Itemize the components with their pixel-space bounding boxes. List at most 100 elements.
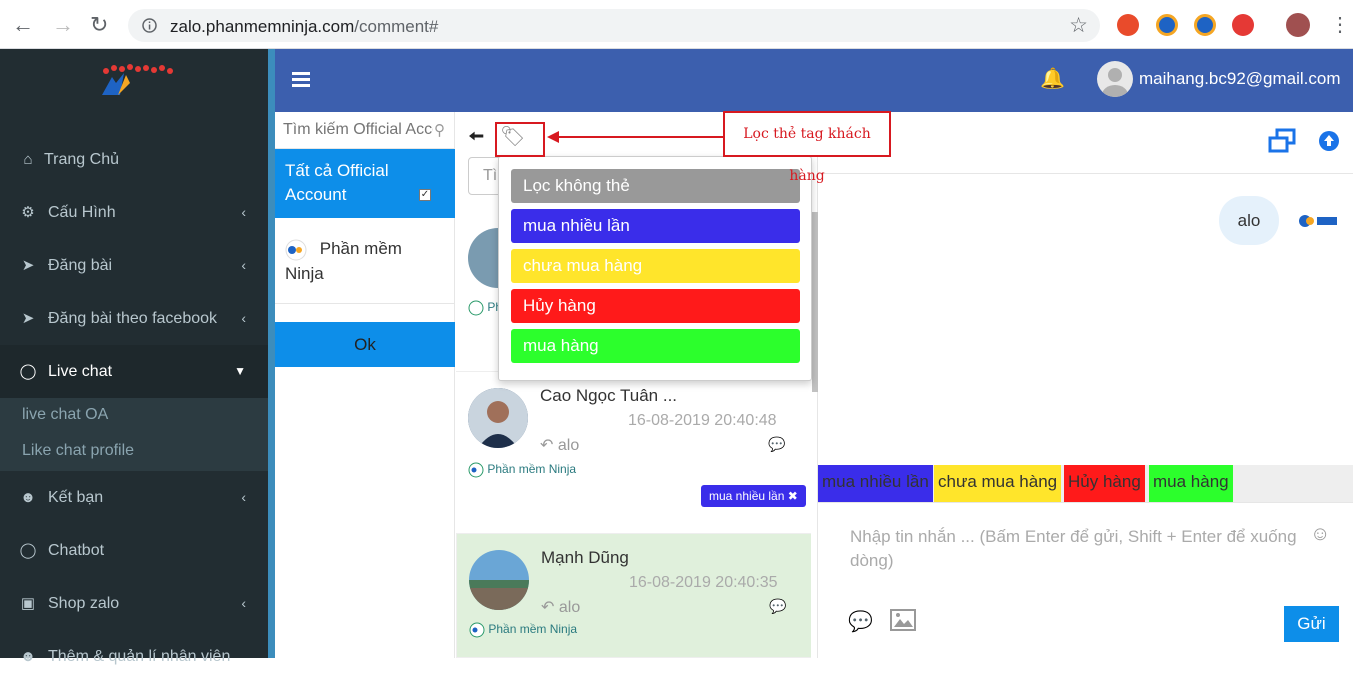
chat-tag-cancelled[interactable]: Hủy hàng: [1064, 465, 1145, 502]
speech-bubble-icon: ◯: [19, 363, 37, 380]
source-label: Phần mềm Ninja: [468, 462, 576, 478]
message-input[interactable]: Nhập tin nhắn ... (Bấm Enter để gửi, Shi…: [850, 525, 1310, 573]
address-bar[interactable]: zalo.phanmemninja.com/comment# ☆: [128, 9, 1100, 42]
ninja-account-icon: [468, 462, 484, 478]
ninja-account-icon: [469, 622, 485, 638]
remove-tag-icon[interactable]: ✖: [788, 489, 798, 503]
gear-icon: ⚙: [21, 204, 35, 221]
comment-icon[interactable]: 💬: [848, 609, 873, 634]
window-restore-icon[interactable]: [1268, 128, 1296, 154]
emoji-icon[interactable]: ☺: [1310, 523, 1330, 546]
account-search-input[interactable]: [283, 118, 433, 142]
hamburger-menu-icon[interactable]: [292, 72, 310, 87]
all-accounts-checkbox[interactable]: ✓: [419, 189, 431, 201]
paper-plane-icon: ➤: [21, 310, 35, 327]
search-icon[interactable]: ⚲: [434, 121, 445, 139]
source-label: Ph: [468, 300, 502, 316]
contact-name: Cao Ngọc Tuân ...: [540, 386, 678, 405]
ninja-logo: [102, 64, 173, 95]
paper-plane-icon: ➤: [21, 257, 35, 274]
menu-dots-icon[interactable]: ⋮: [1330, 12, 1350, 37]
sidebar-item-chatbot[interactable]: ◯ Chatbot: [0, 524, 268, 577]
sidebar-item-add-friend[interactable]: ☻ Kết bạn ‹: [0, 471, 268, 524]
last-message: ↶ alo: [540, 437, 580, 454]
forward-icon[interactable]: →: [52, 12, 74, 38]
sidebar-item-staff[interactable]: ☻ Thêm & quản lí nhân viên: [0, 630, 268, 683]
comment-icon[interactable]: 💬: [768, 436, 785, 453]
chat-tag-buy-many[interactable]: mua nhiều lần: [818, 465, 933, 502]
contact-avatar: [469, 550, 529, 610]
chevron-down-icon: ▼: [234, 364, 246, 378]
tag-option-no-tag[interactable]: Lọc không thẻ: [511, 169, 800, 203]
conversation-item-selected[interactable]: Mạnh Dũng 16-08-2019 20:40:35 ↶ alo 💬 Ph…: [456, 534, 811, 658]
chat-header: [818, 112, 1353, 174]
info-icon[interactable]: [142, 18, 157, 33]
extension-icon[interactable]: [1232, 14, 1254, 36]
speech-bubble-icon: ◯: [19, 542, 37, 559]
message-input-area[interactable]: Nhập tin nhắn ... (Bấm Enter để gửi, Shi…: [818, 502, 1353, 658]
tag-option-cancelled[interactable]: Hủy hàng: [511, 289, 800, 323]
home-icon: ⌂: [23, 151, 33, 168]
profile-avatar[interactable]: [1286, 13, 1310, 37]
sidebar-scrollbar[interactable]: [268, 49, 275, 658]
official-account-panel: ⚲ Tất cả Official Account ✓ Phần mềm Nin…: [275, 112, 455, 658]
tag-option-bought[interactable]: mua hàng: [511, 329, 800, 363]
annotation-label: Lọc thẻ tag khách hàng: [723, 111, 891, 184]
chevron-left-icon: ‹: [241, 204, 246, 220]
tag-option-buy-many[interactable]: mua nhiều lần: [511, 209, 800, 243]
last-message: ↶ alo: [541, 599, 581, 616]
submenu-item-live-chat-oa[interactable]: live chat OA: [22, 406, 108, 424]
sidebar-item-home[interactable]: ⌂ Trang Chủ: [0, 133, 268, 186]
tag-filter-dropdown: Lọc không thẻ mua nhiều lần chưa mua hàn…: [498, 156, 812, 381]
conversation-item[interactable]: Cao Ngọc Tuân ... 16-08-2019 20:40:48 ↶ …: [456, 372, 811, 534]
all-accounts-option[interactable]: Tất cả Official Account ✓: [275, 149, 455, 218]
extension-icon[interactable]: [1117, 14, 1139, 36]
source-label: Phần mềm Ninja: [469, 622, 577, 638]
user-avatar[interactable]: [1097, 61, 1133, 97]
tag-filter-highlight: [495, 122, 545, 157]
reply-icon: ↶: [540, 437, 558, 454]
star-icon[interactable]: ☆: [1069, 13, 1088, 38]
back-icon[interactable]: ←: [12, 12, 34, 38]
account-item-ninja[interactable]: Phần mềm Ninja: [275, 218, 455, 304]
comment-icon[interactable]: 💬: [769, 598, 786, 615]
reply-icon: ↶: [541, 599, 559, 616]
ninja-account-icon: [1299, 215, 1337, 227]
chat-tag-not-bought[interactable]: chưa mua hàng: [934, 465, 1062, 502]
user-plus-icon: ☻: [20, 648, 36, 665]
ok-button[interactable]: Ok: [275, 322, 455, 367]
shopping-bag-icon: ▣: [20, 595, 36, 612]
bell-icon[interactable]: 🔔: [1040, 66, 1065, 91]
tag-option-not-bought[interactable]: chưa mua hàng: [511, 249, 800, 283]
contact-avatar: [468, 388, 528, 448]
back-arrow-icon[interactable]: 🠨: [468, 122, 484, 156]
sidebar-item-live-chat[interactable]: ◯ Live chat ▼: [0, 345, 268, 398]
user-email[interactable]: maihang.bc92@gmail.com: [1139, 69, 1341, 89]
ninja-account-icon: [468, 300, 484, 316]
extension-icon[interactable]: [1156, 14, 1178, 36]
browser-toolbar: ← → ↻ zalo.phanmemninja.com/comment# ☆ ⋮: [0, 0, 1353, 49]
message-bubble: alo: [1219, 196, 1279, 245]
contact-name: Mạnh Dũng: [541, 548, 629, 567]
users-icon: ☻: [20, 489, 36, 506]
sidebar-item-post[interactable]: ➤ Đăng bài ‹: [0, 239, 268, 292]
live-chat-submenu: live chat OA Like chat profile: [0, 398, 268, 471]
reload-icon[interactable]: ↻: [90, 12, 108, 38]
upload-icon[interactable]: [1318, 130, 1340, 152]
account-search: ⚲: [275, 112, 455, 149]
chat-tag-bought[interactable]: mua hàng: [1149, 465, 1233, 502]
chat-tag-bar: mua nhiều lần chưa mua hàng Hủy hàng mua…: [818, 465, 1353, 502]
message-time: 16-08-2019 20:40:35: [629, 574, 778, 591]
extension-icon[interactable]: [1194, 14, 1216, 36]
chevron-left-icon: ‹: [241, 310, 246, 326]
send-button[interactable]: Gửi: [1284, 606, 1339, 642]
sidebar-item-post-facebook[interactable]: ➤ Đăng bài theo facebook ‹: [0, 292, 268, 345]
image-icon[interactable]: [890, 609, 916, 631]
submenu-item-like-chat-profile[interactable]: Like chat profile: [22, 442, 134, 460]
annotation-arrow: [547, 131, 723, 143]
tag-pill[interactable]: mua nhiều lần ✖: [701, 485, 806, 507]
chevron-left-icon: ‹: [241, 595, 246, 611]
sidebar-item-shop-zalo[interactable]: ▣ Shop zalo ‹: [0, 577, 268, 630]
sidebar-item-config[interactable]: ⚙ Cấu Hình ‹: [0, 186, 268, 239]
ninja-account-icon: [285, 239, 307, 261]
